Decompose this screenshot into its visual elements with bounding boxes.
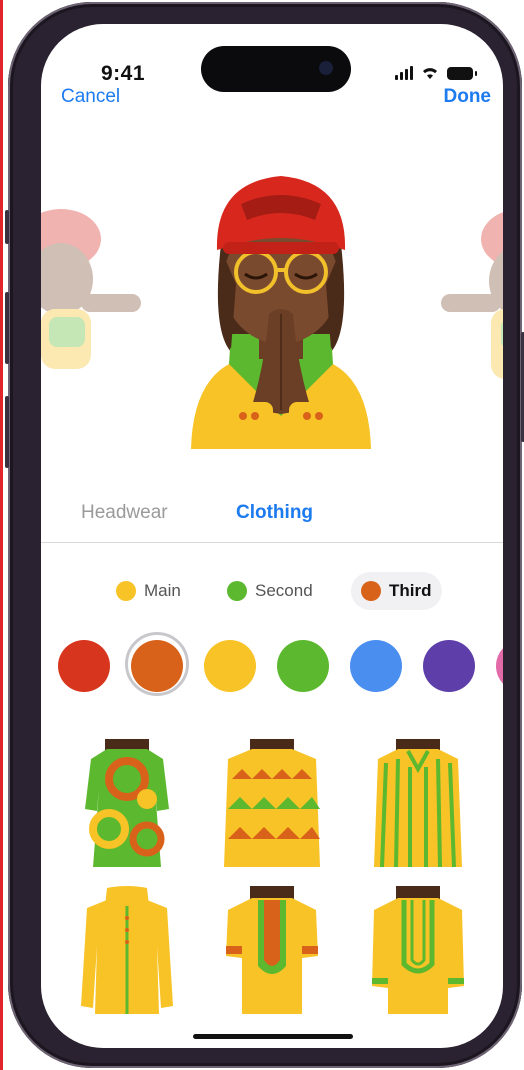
dynamic-island bbox=[201, 46, 351, 92]
swatch-green[interactable] bbox=[277, 640, 329, 692]
clothing-option-striped-dress[interactable] bbox=[368, 739, 468, 869]
wifi-icon bbox=[423, 68, 437, 79]
main-color-dot-icon bbox=[116, 581, 136, 601]
tab-clothing[interactable]: Clothing bbox=[236, 502, 313, 524]
color-slot-label: Third bbox=[389, 581, 432, 600]
screen: 9:41 Cancel Done Headwear Clothing Main … bbox=[41, 24, 503, 1048]
status-time: 9:41 bbox=[101, 62, 146, 85]
clothing-option-triangle-print-dress[interactable] bbox=[222, 739, 322, 869]
swatch-purple[interactable] bbox=[423, 640, 475, 692]
memoji-avatar bbox=[191, 176, 371, 449]
volume-up-button bbox=[5, 292, 9, 364]
cancel-button[interactable]: Cancel bbox=[61, 86, 120, 108]
color-slot-second[interactable]: Second bbox=[217, 572, 323, 610]
status-bar: 9:41 bbox=[41, 24, 503, 92]
clothing-option-hooded-robe[interactable] bbox=[77, 886, 177, 1016]
front-camera-icon bbox=[319, 61, 333, 75]
category-tabs: Headwear Clothing bbox=[41, 494, 503, 542]
divider bbox=[41, 542, 503, 543]
color-slot-label: Second bbox=[255, 581, 313, 600]
clothing-option-embroidered-dashiki[interactable] bbox=[222, 886, 322, 1016]
battery-icon bbox=[447, 66, 477, 80]
swatch-pink[interactable] bbox=[496, 640, 503, 692]
color-swatch-row bbox=[41, 632, 503, 696]
home-indicator[interactable] bbox=[193, 1034, 353, 1039]
color-slot-main[interactable]: Main bbox=[106, 572, 191, 610]
next-memoji-preview[interactable] bbox=[441, 199, 503, 389]
left-edge-line bbox=[0, 0, 3, 1070]
clothing-option-plain-dashiki[interactable] bbox=[368, 886, 468, 1016]
previous-memoji-preview[interactable] bbox=[41, 199, 141, 389]
tab-headwear[interactable]: Headwear bbox=[81, 502, 168, 524]
swatch-blue[interactable] bbox=[350, 640, 402, 692]
swatch-yellow[interactable] bbox=[204, 640, 256, 692]
action-button bbox=[5, 210, 9, 244]
status-icons bbox=[395, 66, 477, 80]
volume-down-button bbox=[5, 396, 9, 468]
swatch-orange[interactable] bbox=[131, 640, 183, 692]
memoji-preview-carousel[interactable] bbox=[41, 134, 503, 449]
swatch-red[interactable] bbox=[58, 640, 110, 692]
phone-frame: 9:41 Cancel Done Headwear Clothing Main … bbox=[5, 2, 524, 1068]
second-color-dot-icon bbox=[227, 581, 247, 601]
third-color-dot-icon bbox=[361, 581, 381, 601]
color-slot-label: Main bbox=[144, 581, 181, 600]
color-slot-third[interactable]: Third bbox=[351, 572, 442, 610]
clothing-option-swirl-print-dress[interactable] bbox=[77, 739, 177, 869]
color-slot-tabs: Main Second Third bbox=[41, 572, 503, 612]
cellular-signal-icon bbox=[395, 66, 413, 80]
done-button[interactable]: Done bbox=[444, 86, 492, 108]
